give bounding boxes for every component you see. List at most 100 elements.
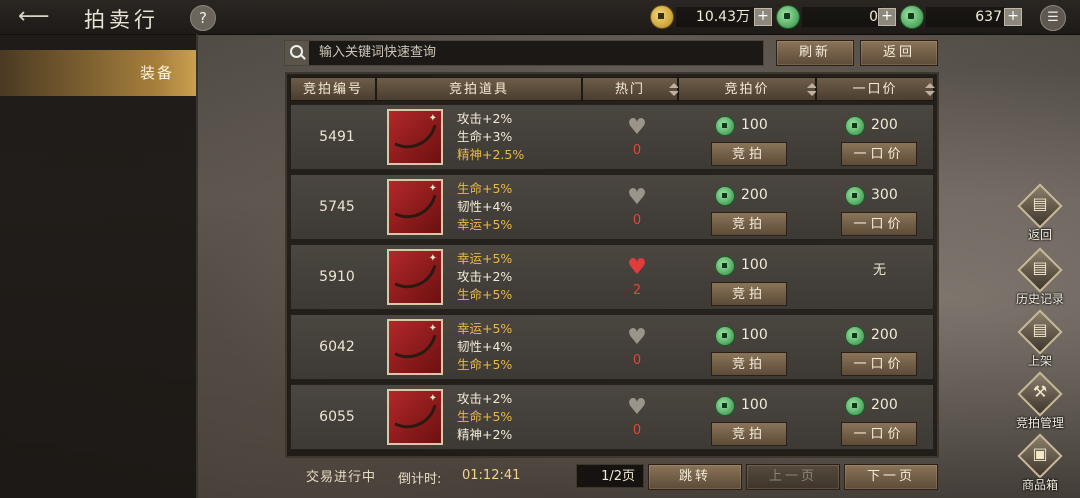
- auction-id: 5910: [319, 269, 355, 285]
- buyout-button[interactable]: 一口价: [841, 142, 917, 166]
- jade-coin-icon: [715, 116, 735, 136]
- refresh-button[interactable]: 刷新: [776, 40, 854, 66]
- header-buyout-price[interactable]: 一口价: [816, 77, 935, 101]
- top-bar: ⟵ 拍卖行 ? 10.43万 + 0 + 637 + ☰: [0, 0, 1080, 35]
- item-stat: 精神+2.5%: [457, 147, 525, 162]
- gold-coin-icon: [650, 5, 674, 29]
- jade-coin-icon: [715, 326, 735, 346]
- jade-coin-icon: [715, 256, 735, 276]
- return-button[interactable]: 返回: [860, 40, 938, 66]
- header-bid-label: 竞拍价: [724, 82, 770, 97]
- bow-item-icon[interactable]: ✦: [387, 389, 443, 445]
- side-goods-box-button[interactable]: ▣ 商品箱: [1010, 433, 1070, 492]
- item-stat: 攻击+2%: [457, 111, 513, 126]
- heart-icon[interactable]: ♥: [626, 397, 648, 419]
- side-auction-manage-label: 竞拍管理: [1015, 416, 1064, 430]
- bow-item-icon[interactable]: ✦: [387, 109, 443, 165]
- jump-button[interactable]: 跳转: [648, 464, 742, 490]
- next-page-button[interactable]: 下一页: [844, 464, 938, 490]
- buyout-none: 无: [873, 263, 887, 278]
- jade-coin-icon: [845, 396, 865, 416]
- hot-count: 0: [632, 143, 642, 158]
- bid-price-value: 100: [741, 397, 768, 413]
- search-input[interactable]: 输入关键词快速查询: [284, 40, 764, 66]
- side-list-label: 上架: [1027, 354, 1052, 368]
- jade-coin-icon: [776, 5, 800, 29]
- hot-count: 0: [632, 423, 642, 438]
- bid-price-value: 100: [741, 327, 768, 343]
- auction-id: 6042: [319, 339, 355, 355]
- header-id: 竞拍编号: [290, 77, 376, 101]
- category-sidebar: 装备: [0, 34, 198, 498]
- header-hot-label: 热门: [614, 82, 645, 97]
- bid-button[interactable]: 竞拍: [711, 422, 787, 446]
- hot-count: 2: [632, 283, 642, 298]
- buyout-price-value: 200: [871, 397, 898, 413]
- item-stat: 生命+3%: [457, 129, 513, 144]
- add-ingot-button[interactable]: +: [1004, 8, 1022, 26]
- bow-item-icon[interactable]: ✦: [387, 249, 443, 305]
- auction-id: 5745: [319, 199, 355, 215]
- buyout-button[interactable]: 一口价: [841, 422, 917, 446]
- auction-id: 6055: [319, 409, 355, 425]
- heart-icon[interactable]: ♥: [626, 257, 648, 279]
- trade-status: 交易进行中: [306, 470, 377, 485]
- jade-ingot-icon: [900, 5, 924, 29]
- buyout-price-value: 200: [871, 117, 898, 133]
- page-title: 拍卖行: [84, 8, 159, 32]
- add-gold-button[interactable]: +: [754, 8, 772, 26]
- table-row: 6055 ✦ 攻击+2% 生命+5% 精神+2% ♥ 0 100 竞拍 200 一口价: [290, 384, 934, 450]
- sidebar-item-equipment[interactable]: 装备: [0, 50, 196, 96]
- table-row: 5910 ✦ 幸运+5% 攻击+2% 生命+5% ♥ 2 100 竞拍 无: [290, 244, 934, 310]
- search-icon[interactable]: [285, 41, 309, 65]
- hot-count: 0: [632, 353, 642, 368]
- back-arrow-icon[interactable]: ⟵: [18, 6, 68, 28]
- header-bid-price[interactable]: 竞拍价: [678, 77, 817, 101]
- item-stat: 韧性+4%: [457, 199, 513, 214]
- heart-icon[interactable]: ♥: [626, 187, 648, 209]
- side-list-button[interactable]: ▤ 上架: [1010, 309, 1070, 368]
- bow-item-icon[interactable]: ✦: [387, 319, 443, 375]
- bid-button[interactable]: 竞拍: [711, 212, 787, 236]
- currency-gold-value: 10.43万: [676, 7, 754, 27]
- side-return-button[interactable]: ▤ 返回: [1010, 183, 1070, 242]
- table-row: 6042 ✦ 幸运+5% 韧性+4% 生命+5% ♥ 0 100 竞拍 200 一口价: [290, 314, 934, 380]
- bid-button[interactable]: 竞拍: [711, 352, 787, 376]
- prev-page-button[interactable]: 上一页: [746, 464, 840, 490]
- bow-item-icon[interactable]: ✦: [387, 179, 443, 235]
- heart-icon[interactable]: ♥: [626, 117, 648, 139]
- countdown-timer: 01:12:41: [462, 468, 521, 483]
- bid-price-value: 100: [741, 117, 768, 133]
- side-goods-box-label: 商品箱: [1021, 478, 1058, 492]
- header-item: 竞拍道具: [376, 77, 582, 101]
- menu-icon[interactable]: ☰: [1040, 5, 1066, 31]
- item-stat: 生命+5%: [457, 181, 513, 196]
- side-history-button[interactable]: ▤ 历史记录: [1010, 247, 1070, 306]
- bid-button[interactable]: 竞拍: [711, 282, 787, 306]
- item-stat: 生命+5%: [457, 357, 513, 372]
- side-history-label: 历史记录: [1015, 292, 1064, 306]
- hot-count: 0: [632, 213, 642, 228]
- bid-button[interactable]: 竞拍: [711, 142, 787, 166]
- currency-gold: 10.43万 +: [650, 5, 772, 29]
- buyout-button[interactable]: 一口价: [841, 352, 917, 376]
- item-stat: 攻击+2%: [457, 391, 513, 406]
- currency-jade-value: 0: [802, 7, 882, 27]
- heart-icon[interactable]: ♥: [626, 327, 648, 349]
- currency-ingot-value: 637: [926, 7, 1006, 27]
- add-jade-button[interactable]: +: [878, 8, 896, 26]
- side-auction-manage-button[interactable]: ⚒ 竞拍管理: [1010, 371, 1070, 430]
- item-stat: 幸运+5%: [457, 251, 513, 266]
- currency-jade: 0 +: [776, 5, 898, 29]
- buyout-price-value: 300: [871, 187, 898, 203]
- bid-price-value: 100: [741, 257, 768, 273]
- buyout-button[interactable]: 一口价: [841, 212, 917, 236]
- help-button[interactable]: ?: [190, 5, 216, 31]
- item-stat: 生命+5%: [457, 287, 513, 302]
- jade-coin-icon: [845, 326, 865, 346]
- side-return-label: 返回: [1027, 228, 1052, 242]
- buyout-price-value: 200: [871, 327, 898, 343]
- item-stat: 精神+2%: [457, 427, 513, 442]
- header-buyout-label: 一口价: [852, 82, 898, 97]
- header-hot[interactable]: 热门: [582, 77, 679, 101]
